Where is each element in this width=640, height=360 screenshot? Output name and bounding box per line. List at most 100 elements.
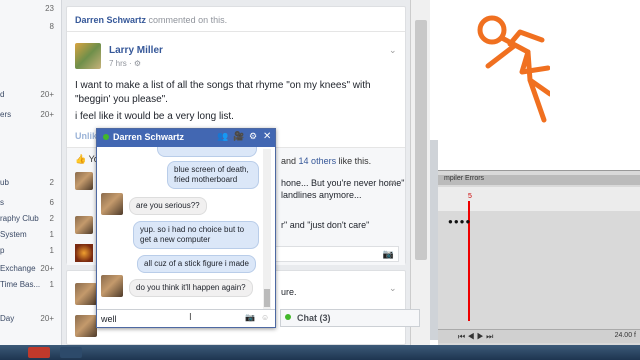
story-header-suffix: commented on this. — [148, 15, 228, 25]
post-text: I want to make a list of all the songs t… — [75, 80, 371, 105]
chat-window: Darren Schwartz 👥 🎥 ⚙ ✕ blue screen of d… — [96, 128, 276, 328]
post-text: ure. — [281, 287, 297, 297]
camera-icon[interactable]: 📷 — [245, 313, 255, 322]
sidebar-item[interactable]: Day 20+ — [0, 312, 61, 326]
comment-input[interactable]: 📷 — [263, 246, 399, 262]
sidebar-item[interactable]: 8 — [0, 20, 61, 34]
sidebar-item[interactable]: p1 — [0, 244, 61, 258]
avatar[interactable] — [75, 315, 97, 337]
fire-avatar[interactable] — [75, 244, 93, 262]
unlike-link[interactable]: Unlik — [75, 131, 97, 141]
story-header: Darren Schwartz commented on this. — [75, 15, 227, 25]
sidebar-item-label: System — [0, 230, 27, 239]
avatar[interactable] — [75, 172, 93, 190]
sidebar-item-label: raphy Club — [0, 214, 39, 223]
sidebar-item[interactable]: System 1 — [0, 228, 61, 242]
sidebar-item[interactable]: Time Bas... 1 — [0, 278, 61, 292]
chevron-down-icon[interactable]: ⌄ — [389, 283, 397, 294]
sidebar-item-count: 1 — [49, 246, 54, 255]
chat-message-sent: blue screen of death, fried motherboard — [167, 161, 259, 189]
left-sidebar: 23 8 d 20+ ers 20+ ub 2 s 6 raphy Club 2 System 1 p 1 Ex… — [0, 0, 62, 345]
likes-summary-right: and 14 others like this. — [281, 156, 371, 166]
sidebar-item-count: 20+ — [40, 314, 54, 323]
sidebar-item-label: p — [0, 246, 5, 255]
gear-icon[interactable]: ⚙ — [249, 131, 257, 142]
avatar[interactable] — [101, 275, 123, 297]
sidebar-item-label: s — [0, 198, 4, 207]
sidebar-item[interactable]: ub 2 — [0, 176, 61, 190]
sidebar-item-count: 20+ — [40, 264, 54, 273]
scrollbar[interactable] — [410, 0, 430, 345]
others-link[interactable]: 14 others — [299, 156, 337, 166]
sidebar-item-count: 1 — [49, 230, 54, 239]
chat-message-sent: all cuz of a stick figure i made — [137, 255, 256, 273]
sidebar-item-count: 2 — [49, 178, 54, 187]
chat-message-received: are you serious?? — [129, 197, 207, 215]
sidebar-item[interactable]: d 20+ — [0, 88, 61, 102]
sidebar-item-count: 1 — [49, 280, 54, 289]
stick-figure — [477, 15, 550, 123]
chat-header[interactable]: Darren Schwartz 👥 🎥 ⚙ ✕ — [97, 129, 275, 147]
camera-icon[interactable]: 📷 — [383, 249, 394, 260]
chat-bubble-partial — [157, 147, 257, 157]
sidebar-item[interactable]: 23 — [0, 2, 61, 16]
sidebar-item[interactable]: raphy Club 2 — [0, 212, 61, 226]
emoji-icon[interactable]: ☺ — [261, 313, 269, 322]
sidebar-item-label: ub — [0, 178, 9, 187]
play-icon[interactable]: ⏮ ◀ ▶ ⏭ — [458, 332, 493, 342]
timeline-tab[interactable]: mpiler Errors — [438, 175, 640, 185]
chevron-down-icon[interactable]: ⌄ — [389, 45, 397, 56]
commenter-name[interactable]: Darren Schwartz — [75, 15, 146, 25]
avatar[interactable] — [75, 216, 93, 234]
sidebar-item-count: 20+ — [40, 90, 54, 99]
post-text-2: i feel like it would be a very long list… — [75, 111, 234, 122]
chat-bar[interactable]: Chat (3) — [280, 309, 420, 327]
comment-text: hone... But you're never home" — [281, 178, 405, 188]
scrollbar-thumb[interactable] — [415, 20, 427, 260]
comment-text: landlines anymore... — [281, 190, 362, 200]
timeline-panel: mpiler Errors 5 ●●●● ⏮ ◀ ▶ ⏭ 24.00 f — [438, 170, 640, 345]
chat-input[interactable]: well I 📷 ☺ — [97, 309, 275, 327]
sidebar-item-count: 23 — [45, 4, 54, 13]
frame-rate: 24.00 f — [614, 332, 636, 339]
sidebar-item-label: ers — [0, 110, 12, 119]
taskbar-app-icon[interactable] — [60, 347, 82, 358]
globe-icon: ⚙ — [133, 59, 142, 68]
frame-number: 5 — [468, 193, 472, 200]
sidebar-item-count: 2 — [49, 214, 54, 223]
avatar[interactable] — [101, 193, 123, 215]
taskbar — [0, 345, 640, 360]
chat-message-received: do you think it'll happen again? — [129, 279, 253, 297]
chat-input-text: well — [101, 314, 117, 324]
sidebar-item-label: Day — [0, 314, 15, 323]
likes-and: and — [281, 156, 297, 166]
avatar[interactable] — [75, 43, 101, 69]
online-status-icon — [285, 314, 291, 320]
chat-scrollbar-thumb[interactable] — [264, 289, 270, 307]
avatar[interactable] — [75, 283, 97, 305]
divider — [67, 31, 405, 32]
chat-scrollbar[interactable] — [263, 149, 271, 309]
sidebar-item[interactable]: Exchange 20+ — [0, 262, 61, 276]
likes-suffix: like this. — [338, 156, 372, 166]
like-icon: 👍 — [75, 154, 87, 164]
playback-controls: ⏮ ◀ ▶ ⏭ 24.00 f — [438, 329, 640, 343]
chat-contact-name[interactable]: Darren Schwartz — [113, 132, 184, 142]
online-status-icon — [103, 134, 109, 140]
post-time[interactable]: 7 hrs · ⚙ — [109, 59, 141, 68]
sidebar-item-label: d — [0, 90, 5, 99]
comment-text: r" and "just don't care" — [281, 220, 370, 230]
close-icon[interactable]: ✕ — [389, 178, 397, 189]
keyframes: ●●●● — [448, 217, 472, 226]
add-friend-icon[interactable]: 👥 — [217, 131, 228, 142]
sidebar-item[interactable]: s6 — [0, 196, 61, 210]
sidebar-item-label: Exchange — [0, 264, 36, 273]
sidebar-item[interactable]: ers 20+ — [0, 108, 61, 122]
close-icon[interactable]: ✕ — [263, 131, 271, 142]
sidebar-item-count: 8 — [49, 22, 54, 31]
post-author[interactable]: Larry Miller — [109, 45, 163, 56]
video-call-icon[interactable]: 🎥 — [233, 131, 244, 142]
side-panel — [430, 140, 438, 340]
sidebar-item-count: 20+ — [40, 110, 54, 119]
taskbar-app-icon[interactable] — [28, 347, 50, 358]
